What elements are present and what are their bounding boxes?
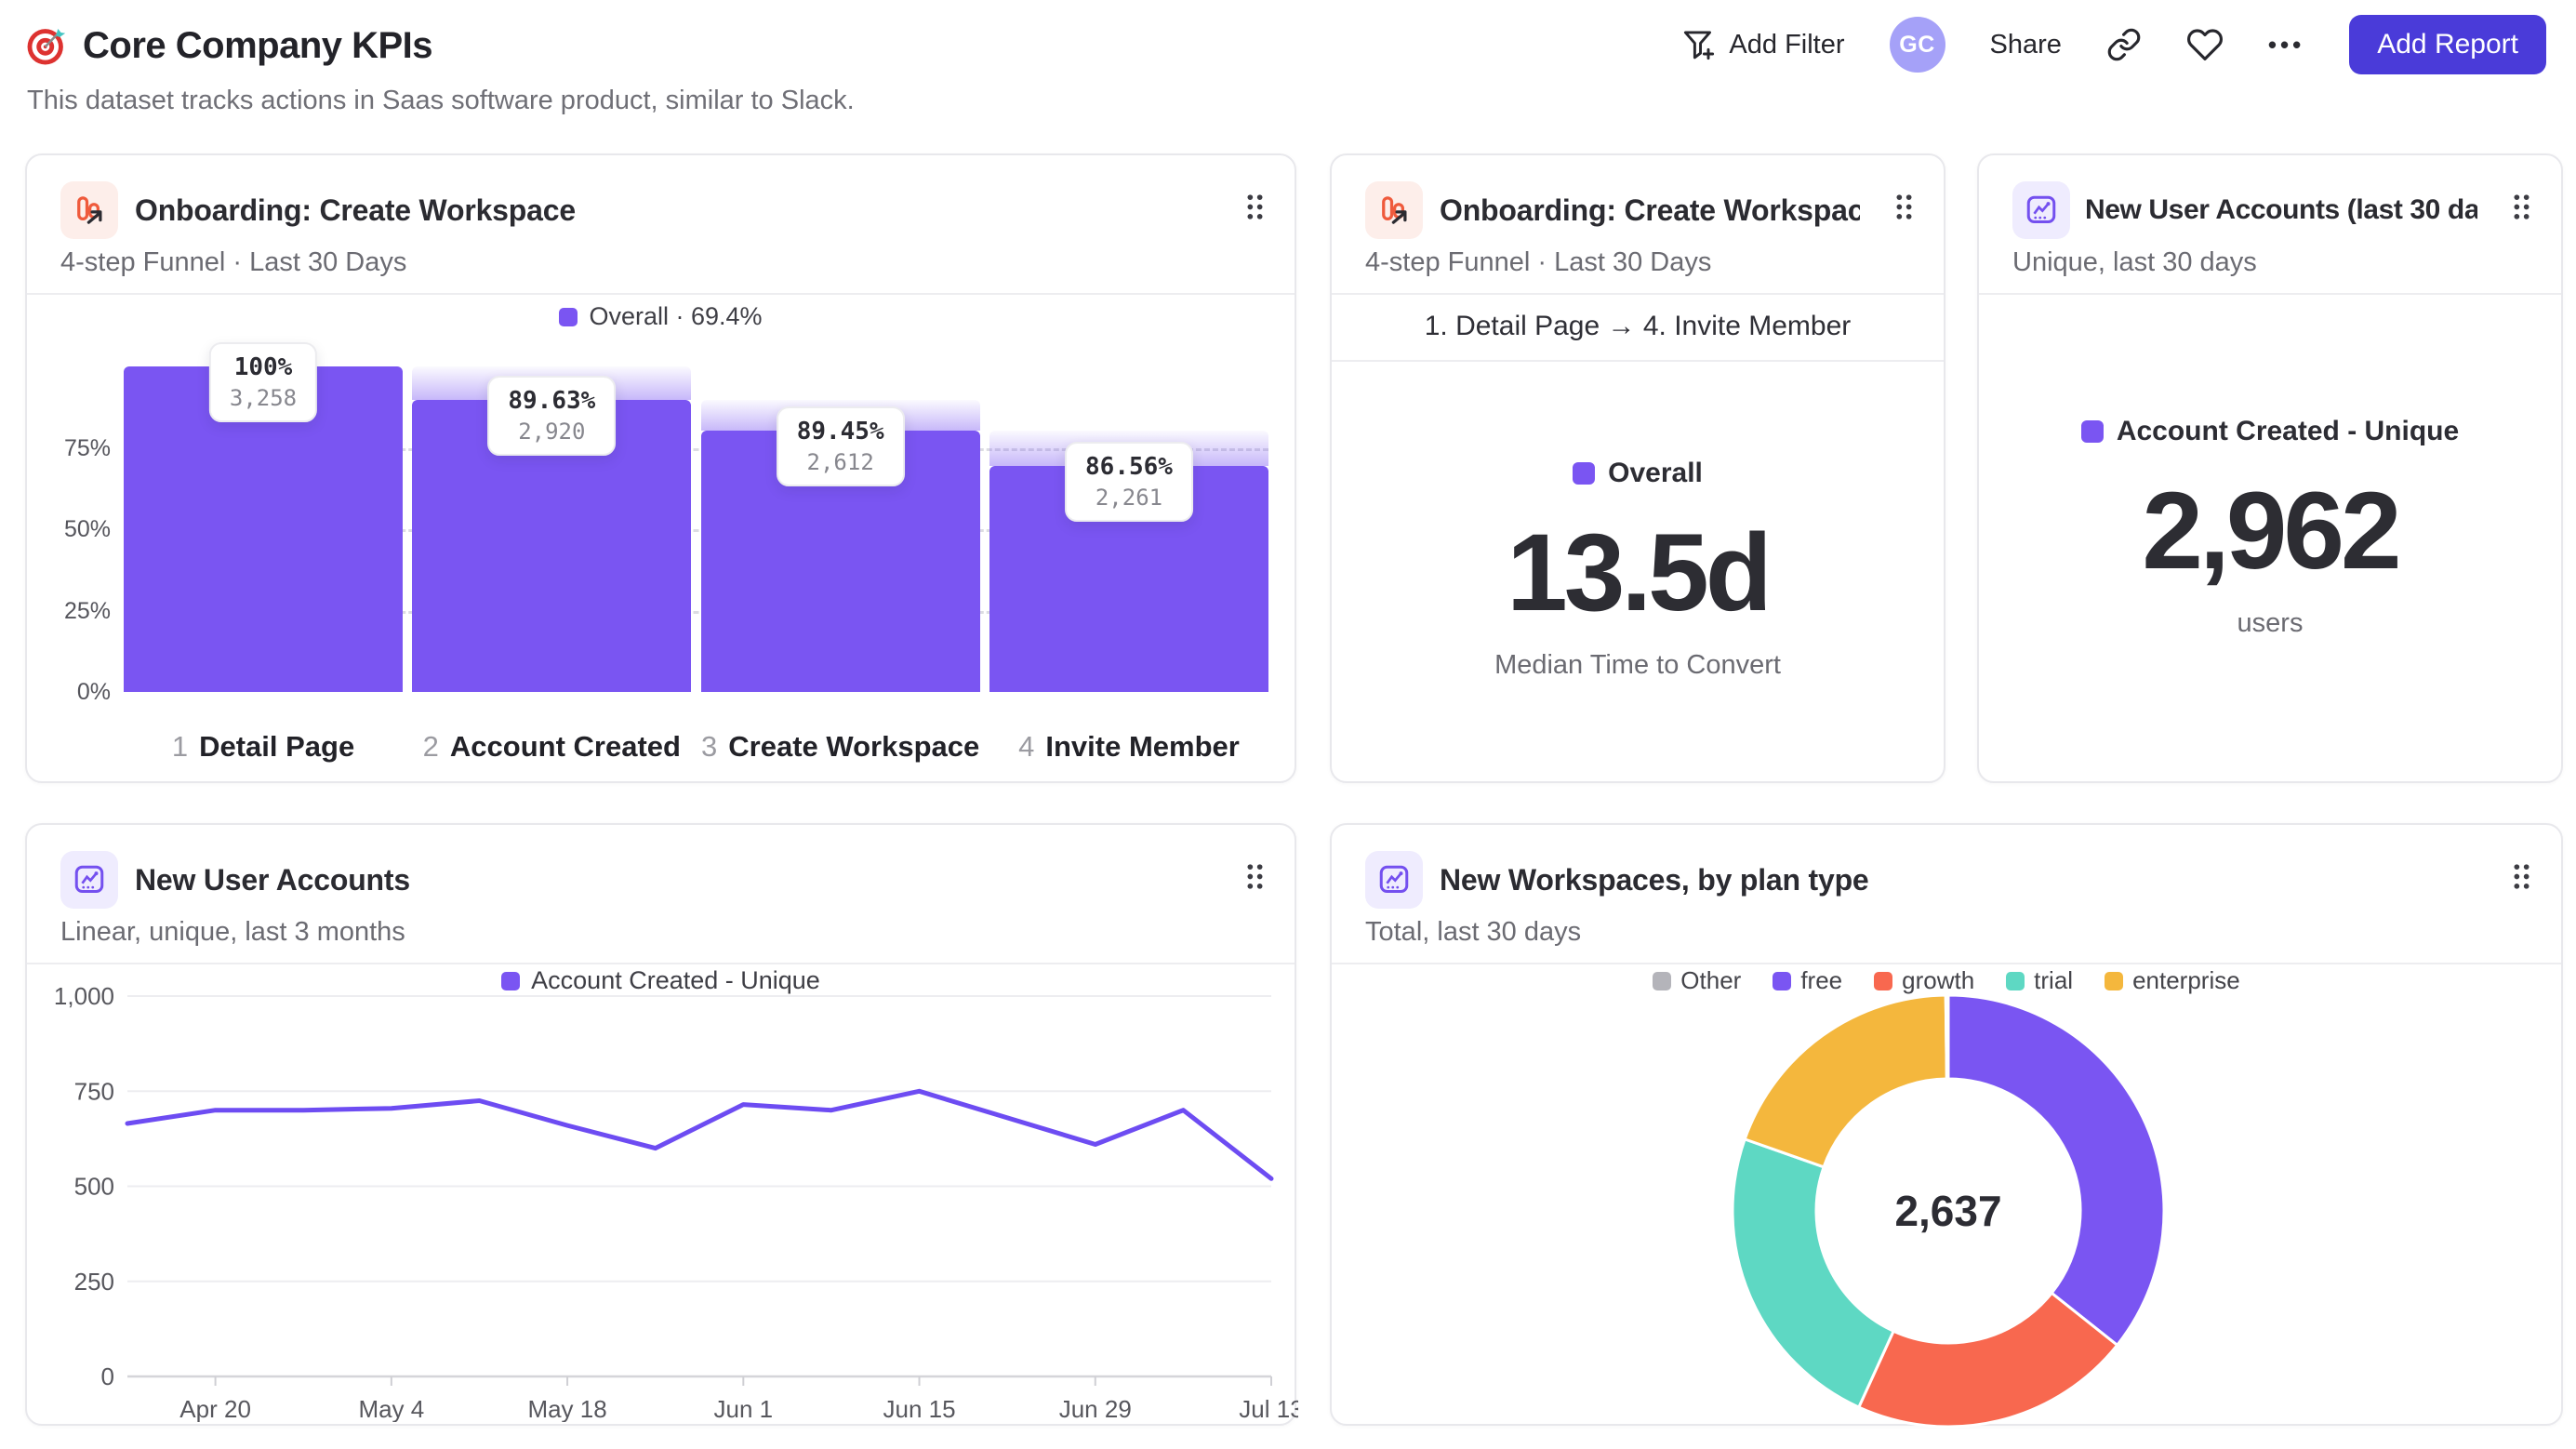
metric-caption: Median Time to Convert <box>1494 650 1781 681</box>
funnel-bar-tooltip: 86.56% 2,261 <box>1065 442 1193 523</box>
line-chart[interactable]: 0 250 500 750 1,000 Apr 20 May 4 May 18 Jun 1 Jun… <box>40 974 1298 1422</box>
card-new-user-accounts-line: New User Accounts Linear, unique, last 3… <box>25 823 1298 1426</box>
line-series[interactable] <box>125 1088 1274 1181</box>
drag-handle[interactable] <box>1245 862 1265 896</box>
add-report-button[interactable]: Add Report <box>2349 15 2546 74</box>
donut-total: 2,637 <box>1894 1187 2001 1235</box>
legend-swatch <box>2080 419 2104 443</box>
card-title[interactable]: New Workspaces, by plan type <box>1440 863 1869 897</box>
legend-label: Account Created - Unique <box>2116 415 2460 446</box>
donut-slice-growth[interactable] <box>1856 1291 2119 1429</box>
card-new-workspaces-donut: New Workspaces, by plan type Total, last… <box>1330 823 2563 1429</box>
funnel-ytick: 50% <box>63 516 111 542</box>
funnel-ytick: 0% <box>76 679 111 705</box>
drag-handle[interactable] <box>1245 193 1265 226</box>
card-title[interactable]: New User Accounts <box>135 863 410 897</box>
add-filter-label: Add Filter <box>1729 29 1845 60</box>
heart-icon <box>2186 29 2223 60</box>
funnel-step-label: 4 Invite Member <box>1018 730 1240 763</box>
card-new-user-accounts-metric: New User Accounts (last 30 days) Unique,… <box>1977 153 2563 783</box>
line-ytick: 250 <box>74 1268 114 1296</box>
line-xtick: May 18 <box>527 1395 606 1422</box>
link-icon <box>2107 28 2141 61</box>
card-subtitle: Unique, last 30 days <box>2012 247 2257 277</box>
insights-report-icon <box>2012 181 2070 239</box>
line-xtick: Jul 13 <box>1239 1395 1298 1422</box>
drag-handle[interactable] <box>2512 193 2531 226</box>
insights-report-icon <box>60 851 118 909</box>
more-menu-button[interactable]: ••• <box>2268 31 2304 60</box>
funnel-ytick: 75% <box>63 434 111 461</box>
page-subtitle: This dataset tracks actions in Saas soft… <box>27 86 855 115</box>
legend-swatch <box>1573 461 1596 485</box>
target-dart-icon <box>27 28 66 65</box>
legend-label: Overall · 69.4% <box>589 302 763 330</box>
line-xtick: Jun 29 <box>1059 1395 1132 1422</box>
line-ytick: 0 <box>101 1363 114 1390</box>
card-subtitle: 4-step Funnel · Last 30 Days <box>60 247 407 277</box>
funnel-bar-tooltip: 89.45% 2,612 <box>776 406 905 487</box>
drag-handle[interactable] <box>1894 193 1914 226</box>
favorite-button[interactable] <box>2186 26 2224 63</box>
donut-slice-trial[interactable] <box>1731 1137 1896 1410</box>
share-label: Share <box>1989 29 2062 60</box>
funnel-ytick: 25% <box>63 597 111 624</box>
card-title[interactable]: Onboarding: Create Workspace <box>1440 193 1860 228</box>
card-subtitle: Linear, unique, last 3 months <box>60 917 405 947</box>
funnel-bar-tooltip: 100% 3,258 <box>208 342 318 422</box>
add-filter-button[interactable]: Add Filter <box>1680 26 1845 63</box>
filter-funnel-icon <box>1684 31 1715 60</box>
topbar: Add Filter GC Share ••• Add Report <box>1680 13 2546 76</box>
funnel-legend[interactable]: Overall · 69.4% <box>27 302 1295 331</box>
drag-handle[interactable] <box>2512 862 2531 896</box>
line-ytick: 500 <box>74 1173 114 1201</box>
page-title: Core Company KPIs <box>83 24 433 66</box>
line-xtick: Apr 20 <box>179 1395 251 1422</box>
funnel-report-icon <box>1365 181 1423 239</box>
card-title[interactable]: New User Accounts (last 30 days) <box>2085 194 2477 226</box>
card-subtitle: Total, last 30 days <box>1365 917 1582 947</box>
line-xtick: Jun 1 <box>714 1395 774 1422</box>
line-xtick: May 4 <box>358 1395 424 1422</box>
funnel-step-range: 1. Detail Page → 4. Invite Member <box>1332 293 1944 362</box>
donut-chart[interactable]: 2,637 <box>1725 988 2171 1434</box>
metric-caption: users <box>2237 608 2304 639</box>
donut-slice-Other[interactable] <box>1944 993 1950 1081</box>
legend-swatch <box>1653 971 1672 990</box>
metric-value: 2,962 <box>2142 469 2401 592</box>
card-onboarding-funnel: Onboarding: Create Workspace 4-step Funn… <box>25 153 1296 783</box>
metric-legend[interactable]: Overall <box>1573 458 1703 489</box>
line-xtick: Jun 15 <box>883 1395 955 1422</box>
funnel-report-icon <box>60 181 118 239</box>
metric-legend[interactable]: Account Created - Unique <box>2080 415 2460 447</box>
funnel-bar-tooltip: 89.63% 2,920 <box>487 376 617 457</box>
share-button[interactable]: Share <box>1990 30 2062 60</box>
funnel-step-label: 3 Create Workspace <box>701 730 980 763</box>
legend-label: Overall <box>1608 457 1703 488</box>
copy-link-button[interactable] <box>2106 27 2142 62</box>
funnel-step-label: 2 Account Created <box>422 730 681 763</box>
donut-slice-free[interactable] <box>1946 993 2166 1348</box>
dashboard-brand: Core Company KPIs <box>25 24 433 67</box>
card-title[interactable]: Onboarding: Create Workspace <box>135 193 576 228</box>
donut-slice-enterprise[interactable] <box>1743 993 1948 1169</box>
metric-value: 13.5d <box>1507 511 1773 634</box>
card-time-to-convert: Onboarding: Create Workspace 4-step Funn… <box>1330 153 1945 783</box>
funnel-step-label: 1 Detail Page <box>171 730 355 763</box>
user-avatar[interactable]: GC <box>1889 17 1945 73</box>
line-ytick: 1,000 <box>54 982 114 1010</box>
legend-swatch <box>559 307 578 326</box>
line-ytick: 750 <box>74 1077 114 1105</box>
insights-report-icon <box>1365 851 1423 909</box>
card-subtitle: 4-step Funnel · Last 30 Days <box>1365 247 1712 277</box>
